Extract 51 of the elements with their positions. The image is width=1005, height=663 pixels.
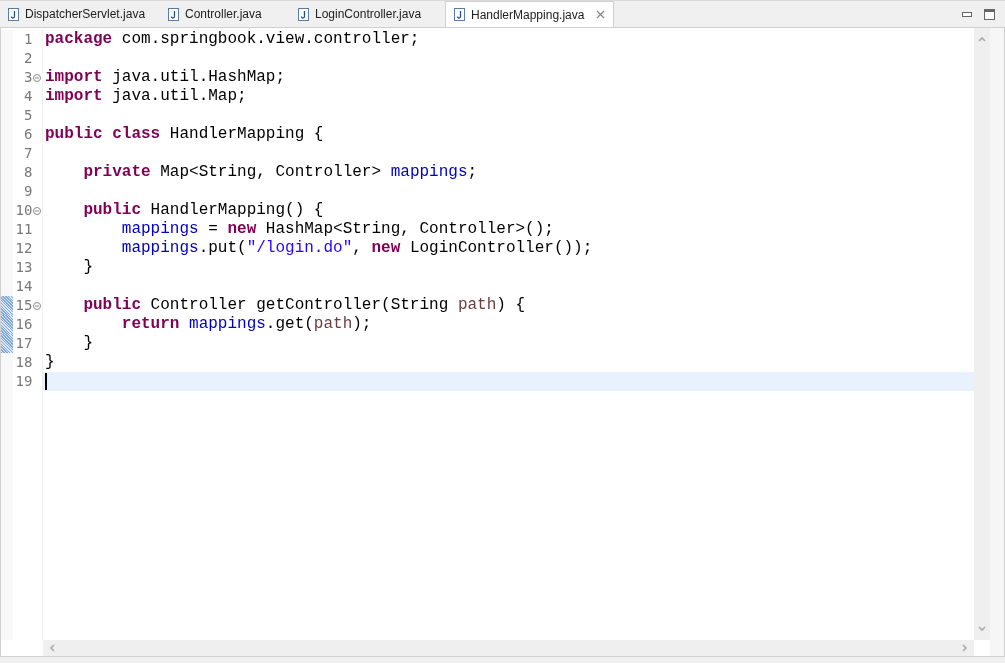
line-number: 19 bbox=[14, 372, 33, 391]
line-number: 3 bbox=[22, 68, 33, 87]
code-line: public Controller getController(String path) { bbox=[82, 296, 526, 315]
line-number: 1 bbox=[22, 30, 33, 49]
change-marker bbox=[1, 334, 13, 353]
java-file-icon bbox=[8, 7, 19, 21]
line-number: 16 bbox=[14, 315, 33, 334]
chevron-down-icon[interactable] bbox=[978, 625, 986, 632]
java-file-icon bbox=[298, 7, 309, 21]
line-number: 8 bbox=[22, 163, 33, 182]
line-number: 12 bbox=[14, 239, 33, 258]
code-line: import java.util.HashMap; bbox=[45, 68, 286, 87]
line-number: 18 bbox=[14, 353, 33, 372]
collapse-icon[interactable] bbox=[33, 206, 42, 215]
line-number: 17 bbox=[14, 334, 33, 353]
code-line: private Map<String, Controller> mappings; bbox=[82, 163, 478, 182]
code-line: package com.springbook.view.controller; bbox=[45, 30, 420, 49]
line-number: 15 bbox=[14, 296, 33, 315]
line-number: 4 bbox=[22, 87, 33, 106]
chevron-right-icon[interactable] bbox=[961, 644, 968, 652]
line-number: 10 bbox=[14, 201, 33, 220]
chevron-up-icon[interactable] bbox=[978, 36, 986, 43]
code-line: public HandlerMapping() { bbox=[82, 201, 324, 220]
chevron-left-icon[interactable] bbox=[49, 644, 56, 652]
line-number: 9 bbox=[22, 182, 33, 201]
code-line: } bbox=[82, 334, 93, 353]
line-number: 7 bbox=[22, 144, 33, 163]
maximize-icon[interactable] bbox=[984, 9, 995, 20]
java-file-icon bbox=[168, 7, 179, 21]
code-line: mappings = new HashMap<String, Controller>(); bbox=[120, 220, 554, 239]
collapse-icon[interactable] bbox=[33, 301, 42, 310]
code-line: public class HandlerMapping { bbox=[45, 125, 324, 144]
text-cursor bbox=[45, 373, 47, 390]
code-line: mappings.put("/login.do", new LoginController()); bbox=[120, 239, 593, 258]
change-marker bbox=[1, 296, 13, 315]
code-line: return mappings.get(path); bbox=[120, 315, 372, 334]
line-number: 14 bbox=[14, 277, 33, 296]
line-number: 2 bbox=[22, 49, 33, 68]
line-number: 5 bbox=[22, 106, 33, 125]
collapse-icon[interactable] bbox=[33, 73, 42, 82]
code-line: } bbox=[82, 258, 93, 277]
editor-tab[interactable]: HandlerMapping.java bbox=[445, 1, 615, 27]
change-marker bbox=[1, 315, 13, 334]
close-icon[interactable] bbox=[596, 10, 606, 19]
java-file-icon bbox=[454, 8, 465, 21]
minimize-icon[interactable] bbox=[962, 12, 972, 17]
line-number: 11 bbox=[14, 220, 33, 239]
code-line: } bbox=[45, 353, 55, 372]
line-number: 6 bbox=[22, 125, 33, 144]
code-line: import java.util.Map; bbox=[45, 87, 247, 106]
line-number: 13 bbox=[14, 258, 33, 277]
